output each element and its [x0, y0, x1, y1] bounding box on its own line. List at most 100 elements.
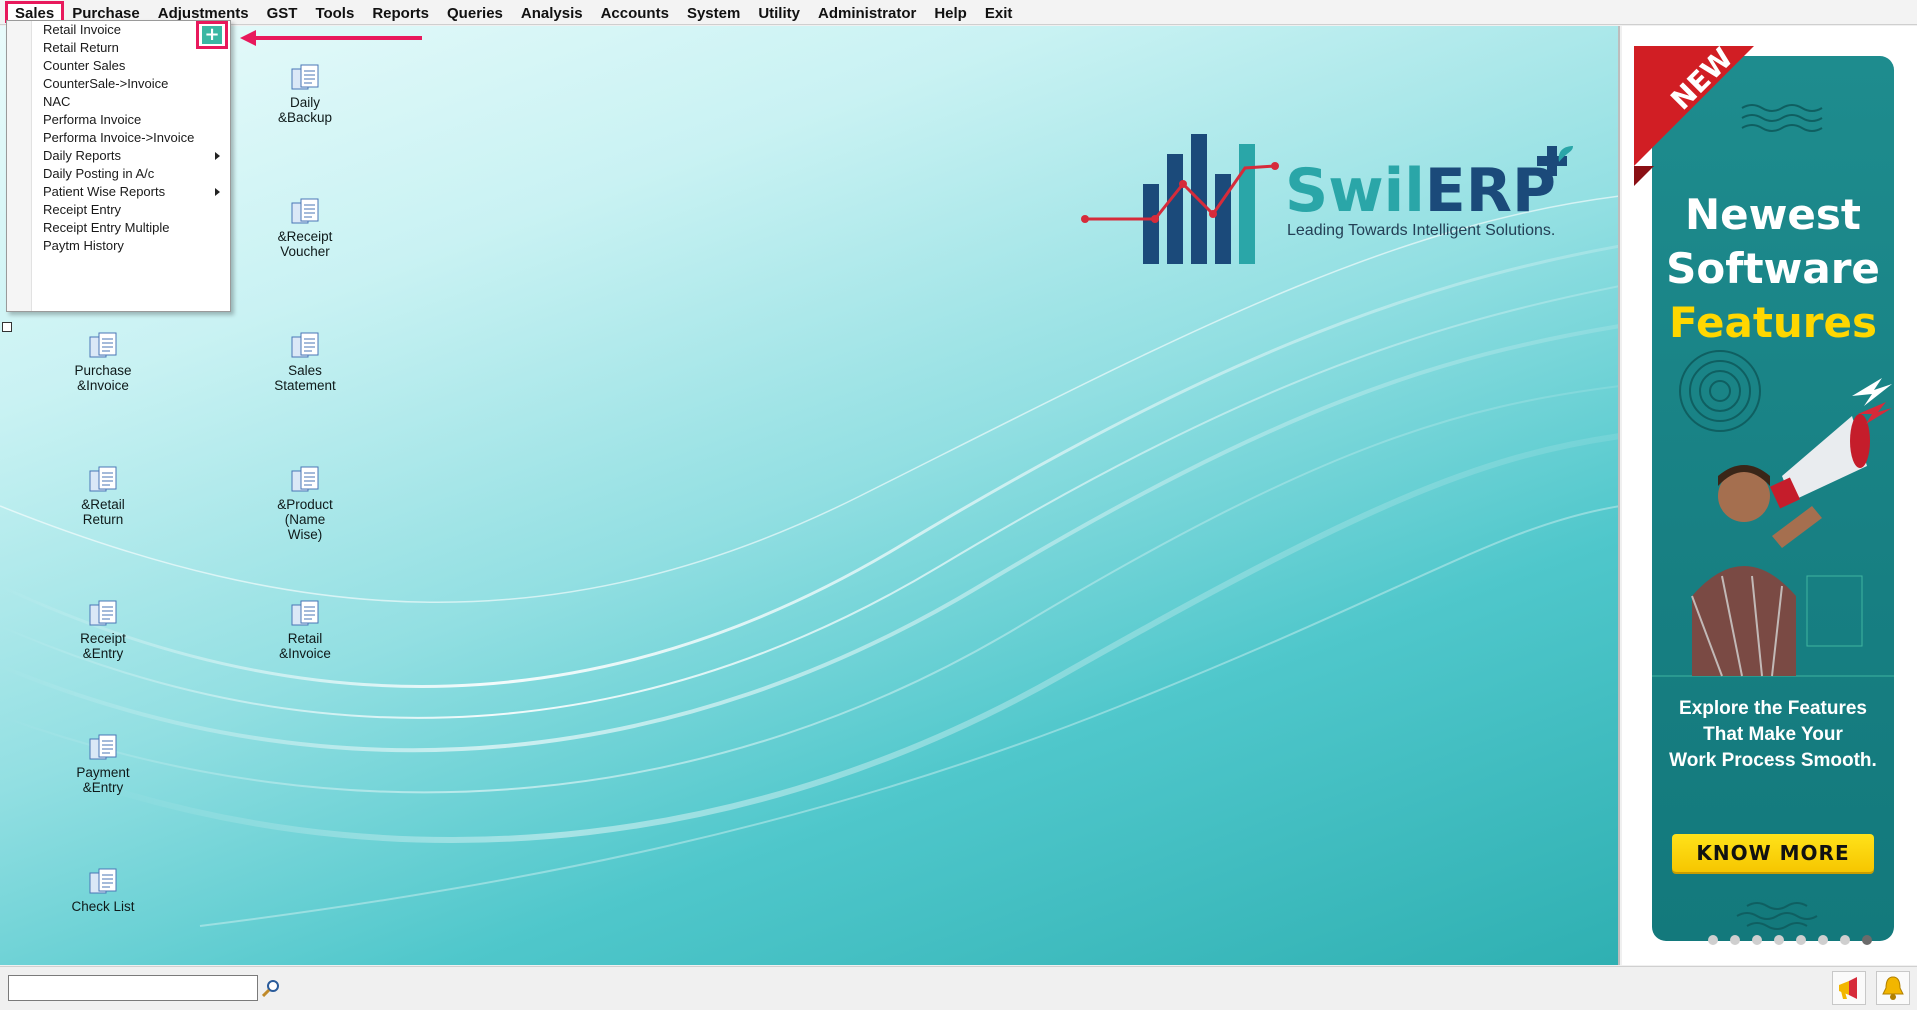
shortcut-label-line: Daily	[289, 95, 320, 110]
sales-menu-item-retail-return[interactable]: Retail Return	[43, 39, 119, 57]
ad-headline-3: Features	[1669, 298, 1877, 347]
menu-purchase[interactable]: Purchase	[63, 2, 149, 22]
carousel-dot[interactable]	[1862, 935, 1872, 945]
ad-subtext: Explore the Features That Make Your Work…	[1652, 696, 1894, 774]
desktop-shortcut-receipt-voucher[interactable]: &Receipt Voucher	[245, 197, 365, 259]
shortcut-label-line: (Name	[284, 512, 326, 527]
shortcut-label-line: &Invoice	[77, 378, 129, 393]
menu-reports[interactable]: Reports	[363, 2, 438, 22]
ad-headline-2: Software	[1666, 244, 1880, 293]
shortcut-label-line: Wise)	[287, 527, 323, 542]
shortcut-label-line: Purchase	[74, 363, 132, 378]
status-bar	[0, 966, 1917, 1010]
menu-adjustments[interactable]: Adjustments	[149, 2, 258, 22]
ad-carousel-dots	[1708, 935, 1872, 945]
desktop-shortcut-retail-return[interactable]: &Retail Return	[43, 465, 163, 527]
menu-gutter	[7, 21, 32, 311]
document-icon	[89, 600, 117, 626]
document-icon	[291, 332, 319, 358]
small-checkbox-square	[2, 322, 12, 332]
search-icon[interactable]	[262, 979, 280, 997]
pointer-arrow-annotation	[240, 30, 422, 46]
menu-bar: Sales Purchase Adjustments GST Tools Reports Q…	[0, 0, 1917, 25]
carousel-dot[interactable]	[1730, 935, 1740, 945]
menu-analysis[interactable]: Analysis	[512, 2, 592, 22]
menu-queries[interactable]: Queries	[438, 2, 512, 22]
ad-panel: Newest Software Features Explore the Fea…	[1622, 26, 1917, 965]
document-icon	[89, 332, 117, 358]
sales-menu-item-countersale-invoice[interactable]: CounterSale->Invoice	[43, 75, 168, 93]
carousel-dot[interactable]	[1840, 935, 1850, 945]
shortcut-label-line: &Receipt	[277, 229, 333, 244]
menu-gst[interactable]: GST	[258, 2, 307, 22]
sales-menu-item-daily-reports[interactable]: Daily Reports	[43, 147, 121, 165]
menu-utility[interactable]: Utility	[749, 2, 809, 22]
plus-icon: +	[202, 26, 222, 44]
logo-tagline: Leading Towards Intelligent Solutions.	[1287, 222, 1556, 239]
sales-menu-item-paytm-history[interactable]: Paytm History	[43, 237, 124, 255]
document-icon	[291, 466, 319, 492]
ad-subtext-line: Explore the Features	[1679, 698, 1867, 719]
sales-menu-item-daily-posting-in-a-c[interactable]: Daily Posting in A/c	[43, 165, 154, 183]
sales-menu-item-retail-invoice[interactable]: Retail Invoice	[43, 21, 121, 39]
document-icon	[89, 734, 117, 760]
swilerp-logo: SwilERP Leading Towards Intelligent Solu…	[1075, 114, 1595, 274]
shortcut-label-line: Payment	[76, 765, 130, 780]
desktop-shortcut-receipt-entry[interactable]: Receipt &Entry	[43, 599, 163, 661]
know-more-button[interactable]: KNOW MORE	[1672, 834, 1874, 872]
shortcut-label-line: Return	[82, 512, 124, 527]
menu-administrator[interactable]: Administrator	[809, 2, 925, 22]
shortcut-label-line: Sales	[288, 363, 322, 378]
shortcut-label-line: Check List	[71, 899, 135, 914]
menu-tools[interactable]: Tools	[306, 2, 363, 22]
submenu-arrow-icon	[215, 152, 220, 160]
shortcut-label-line: &Entry	[82, 780, 124, 795]
notification-button[interactable]	[1876, 971, 1910, 1005]
sales-menu-item-counter-sales[interactable]: Counter Sales	[43, 57, 125, 75]
desktop-shortcut-daily-backup[interactable]: Daily &Backup	[245, 63, 365, 125]
ad-subtext-line: Work Process Smooth.	[1669, 750, 1877, 771]
document-icon	[291, 64, 319, 90]
menu-accounts[interactable]: Accounts	[592, 2, 678, 22]
desktop-shortcut-check-list[interactable]: Check List	[43, 867, 163, 914]
document-icon	[89, 868, 117, 894]
desktop-shortcut-retail-invoice[interactable]: Retail &Invoice	[245, 599, 365, 661]
carousel-dot[interactable]	[1708, 935, 1718, 945]
desktop-shortcut-sales-statement[interactable]: Sales Statement	[245, 331, 365, 393]
shortcut-label-line: Receipt	[80, 631, 126, 646]
shortcut-label-line: &Entry	[82, 646, 124, 661]
carousel-dot[interactable]	[1796, 935, 1806, 945]
menu-sales[interactable]: Sales	[4, 1, 65, 23]
document-icon	[291, 198, 319, 224]
menu-help[interactable]: Help	[925, 2, 976, 22]
carousel-dot[interactable]	[1774, 935, 1784, 945]
logo-plus-leaf-icon	[1537, 146, 1573, 176]
desktop-shortcut-payment-entry[interactable]: Payment &Entry	[43, 733, 163, 795]
notification-bell-icon	[1882, 976, 1904, 1000]
sales-menu-item-performa-invoice[interactable]: Performa Invoice	[43, 111, 141, 129]
sales-menu-item-receipt-entry-multiple[interactable]: Receipt Entry Multiple	[43, 219, 169, 237]
shortcut-label-line: Voucher	[280, 244, 330, 259]
announcement-button[interactable]	[1832, 971, 1866, 1005]
carousel-dot[interactable]	[1818, 935, 1828, 945]
sales-menu-item-nac[interactable]: NAC	[43, 93, 70, 111]
shortcut-label-line: Retail	[287, 631, 323, 646]
carousel-dot[interactable]	[1752, 935, 1762, 945]
shortcut-label-line: &Backup	[277, 110, 333, 125]
command-input[interactable]	[8, 975, 258, 1001]
sales-menu-item-receipt-entry[interactable]: Receipt Entry	[43, 201, 121, 219]
shortcut-label-line: Statement	[274, 378, 336, 393]
document-icon	[291, 600, 319, 626]
sales-menu-item-patient-wise-reports[interactable]: Patient Wise Reports	[43, 183, 165, 201]
shortcut-label-line: &Retail	[81, 497, 125, 512]
desktop-shortcut-product-name-wise[interactable]: &Product (Name Wise)	[245, 465, 365, 542]
shortcut-label-line: &Product	[277, 497, 333, 512]
menu-exit[interactable]: Exit	[976, 2, 1022, 22]
menu-system[interactable]: System	[678, 2, 749, 22]
desktop-area: SwilERP Leading Towards Intelligent Solu…	[0, 26, 1620, 965]
add-retail-invoice-button[interactable]: +	[196, 21, 228, 49]
sales-dropdown-menu: Retail Invoice Retail Return Counter Sales…	[6, 20, 231, 312]
ad-subtext-line: That Make Your	[1703, 724, 1843, 745]
desktop-shortcut-purchase-invoice[interactable]: Purchase &Invoice	[43, 331, 163, 393]
sales-menu-item-performa-invoice-invoice[interactable]: Performa Invoice->Invoice	[43, 129, 194, 147]
